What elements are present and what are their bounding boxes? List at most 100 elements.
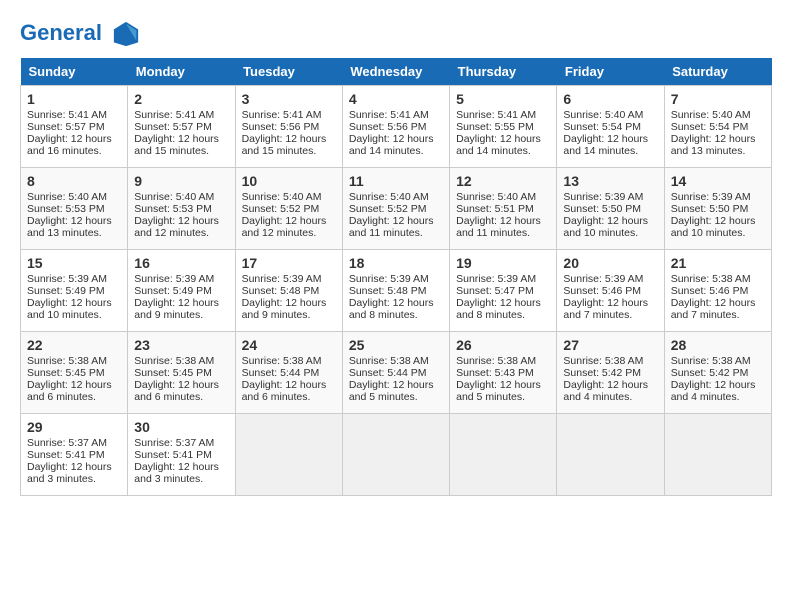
calendar-cell: 9 Sunrise: 5:40 AM Sunset: 5:53 PM Dayli… [128,168,235,250]
sunrise-text: Sunrise: 5:38 AM [242,355,322,367]
daylight-text: Daylight: 12 hours and 13 minutes. [27,215,112,239]
daylight-text: Daylight: 12 hours and 7 minutes. [563,297,648,321]
calendar-week-4: 22 Sunrise: 5:38 AM Sunset: 5:45 PM Dayl… [21,332,772,414]
daylight-text: Daylight: 12 hours and 12 minutes. [242,215,327,239]
calendar-cell: 17 Sunrise: 5:39 AM Sunset: 5:48 PM Dayl… [235,250,342,332]
sunset-text: Sunset: 5:46 PM [671,285,749,297]
col-header-thursday: Thursday [450,58,557,86]
calendar-cell: 25 Sunrise: 5:38 AM Sunset: 5:44 PM Dayl… [342,332,449,414]
daylight-text: Daylight: 12 hours and 4 minutes. [671,379,756,403]
daylight-text: Daylight: 12 hours and 4 minutes. [563,379,648,403]
day-number: 30 [134,419,228,435]
sunrise-text: Sunrise: 5:39 AM [563,273,643,285]
calendar-cell: 21 Sunrise: 5:38 AM Sunset: 5:46 PM Dayl… [664,250,771,332]
calendar-cell: 27 Sunrise: 5:38 AM Sunset: 5:42 PM Dayl… [557,332,664,414]
day-number: 11 [349,173,443,189]
sunset-text: Sunset: 5:46 PM [563,285,641,297]
sunset-text: Sunset: 5:50 PM [563,203,641,215]
sunset-text: Sunset: 5:44 PM [349,367,427,379]
daylight-text: Daylight: 12 hours and 15 minutes. [134,133,219,157]
sunset-text: Sunset: 5:41 PM [134,449,212,461]
sunrise-text: Sunrise: 5:38 AM [671,355,751,367]
calendar-cell: 20 Sunrise: 5:39 AM Sunset: 5:46 PM Dayl… [557,250,664,332]
day-number: 29 [27,419,121,435]
daylight-text: Daylight: 12 hours and 3 minutes. [134,461,219,485]
sunrise-text: Sunrise: 5:41 AM [349,109,429,121]
sunset-text: Sunset: 5:52 PM [349,203,427,215]
day-number: 14 [671,173,765,189]
day-number: 4 [349,91,443,107]
day-number: 20 [563,255,657,271]
day-number: 23 [134,337,228,353]
daylight-text: Daylight: 12 hours and 6 minutes. [242,379,327,403]
daylight-text: Daylight: 12 hours and 9 minutes. [242,297,327,321]
sunrise-text: Sunrise: 5:39 AM [242,273,322,285]
calendar-cell [235,414,342,496]
sunrise-text: Sunrise: 5:37 AM [27,437,107,449]
sunrise-text: Sunrise: 5:41 AM [242,109,322,121]
sunset-text: Sunset: 5:54 PM [671,121,749,133]
sunset-text: Sunset: 5:57 PM [27,121,105,133]
calendar-cell: 24 Sunrise: 5:38 AM Sunset: 5:44 PM Dayl… [235,332,342,414]
calendar-cell: 13 Sunrise: 5:39 AM Sunset: 5:50 PM Dayl… [557,168,664,250]
day-number: 22 [27,337,121,353]
sunrise-text: Sunrise: 5:38 AM [134,355,214,367]
sunrise-text: Sunrise: 5:40 AM [456,191,536,203]
sunrise-text: Sunrise: 5:39 AM [671,191,751,203]
daylight-text: Daylight: 12 hours and 15 minutes. [242,133,327,157]
daylight-text: Daylight: 12 hours and 13 minutes. [671,133,756,157]
sunset-text: Sunset: 5:51 PM [456,203,534,215]
calendar-cell: 8 Sunrise: 5:40 AM Sunset: 5:53 PM Dayli… [21,168,128,250]
day-number: 21 [671,255,765,271]
day-number: 12 [456,173,550,189]
day-number: 24 [242,337,336,353]
sunrise-text: Sunrise: 5:39 AM [134,273,214,285]
calendar-cell: 28 Sunrise: 5:38 AM Sunset: 5:42 PM Dayl… [664,332,771,414]
col-header-tuesday: Tuesday [235,58,342,86]
calendar-cell: 15 Sunrise: 5:39 AM Sunset: 5:49 PM Dayl… [21,250,128,332]
page-header: General [20,20,772,48]
sunset-text: Sunset: 5:45 PM [27,367,105,379]
day-number: 7 [671,91,765,107]
day-number: 3 [242,91,336,107]
day-number: 28 [671,337,765,353]
sunset-text: Sunset: 5:49 PM [134,285,212,297]
sunset-text: Sunset: 5:45 PM [134,367,212,379]
sunrise-text: Sunrise: 5:40 AM [134,191,214,203]
sunrise-text: Sunrise: 5:40 AM [242,191,322,203]
calendar-table: SundayMondayTuesdayWednesdayThursdayFrid… [20,58,772,496]
sunset-text: Sunset: 5:42 PM [671,367,749,379]
day-number: 27 [563,337,657,353]
sunset-text: Sunset: 5:42 PM [563,367,641,379]
calendar-cell: 22 Sunrise: 5:38 AM Sunset: 5:45 PM Dayl… [21,332,128,414]
calendar-cell: 7 Sunrise: 5:40 AM Sunset: 5:54 PM Dayli… [664,86,771,168]
daylight-text: Daylight: 12 hours and 7 minutes. [671,297,756,321]
sunrise-text: Sunrise: 5:39 AM [349,273,429,285]
calendar-week-5: 29 Sunrise: 5:37 AM Sunset: 5:41 PM Dayl… [21,414,772,496]
daylight-text: Daylight: 12 hours and 8 minutes. [456,297,541,321]
daylight-text: Daylight: 12 hours and 12 minutes. [134,215,219,239]
daylight-text: Daylight: 12 hours and 6 minutes. [134,379,219,403]
calendar-cell [664,414,771,496]
sunrise-text: Sunrise: 5:39 AM [456,273,536,285]
daylight-text: Daylight: 12 hours and 8 minutes. [349,297,434,321]
calendar-cell: 30 Sunrise: 5:37 AM Sunset: 5:41 PM Dayl… [128,414,235,496]
sunset-text: Sunset: 5:54 PM [563,121,641,133]
calendar-cell: 29 Sunrise: 5:37 AM Sunset: 5:41 PM Dayl… [21,414,128,496]
sunrise-text: Sunrise: 5:40 AM [563,109,643,121]
day-number: 8 [27,173,121,189]
daylight-text: Daylight: 12 hours and 14 minutes. [456,133,541,157]
day-number: 19 [456,255,550,271]
sunset-text: Sunset: 5:56 PM [349,121,427,133]
sunrise-text: Sunrise: 5:38 AM [563,355,643,367]
daylight-text: Daylight: 12 hours and 5 minutes. [349,379,434,403]
calendar-cell: 23 Sunrise: 5:38 AM Sunset: 5:45 PM Dayl… [128,332,235,414]
calendar-cell: 10 Sunrise: 5:40 AM Sunset: 5:52 PM Dayl… [235,168,342,250]
logo: General [20,20,142,48]
calendar-cell [342,414,449,496]
calendar-cell: 6 Sunrise: 5:40 AM Sunset: 5:54 PM Dayli… [557,86,664,168]
calendar-cell: 14 Sunrise: 5:39 AM Sunset: 5:50 PM Dayl… [664,168,771,250]
sunrise-text: Sunrise: 5:40 AM [349,191,429,203]
logo-general: General [20,20,102,45]
col-header-saturday: Saturday [664,58,771,86]
